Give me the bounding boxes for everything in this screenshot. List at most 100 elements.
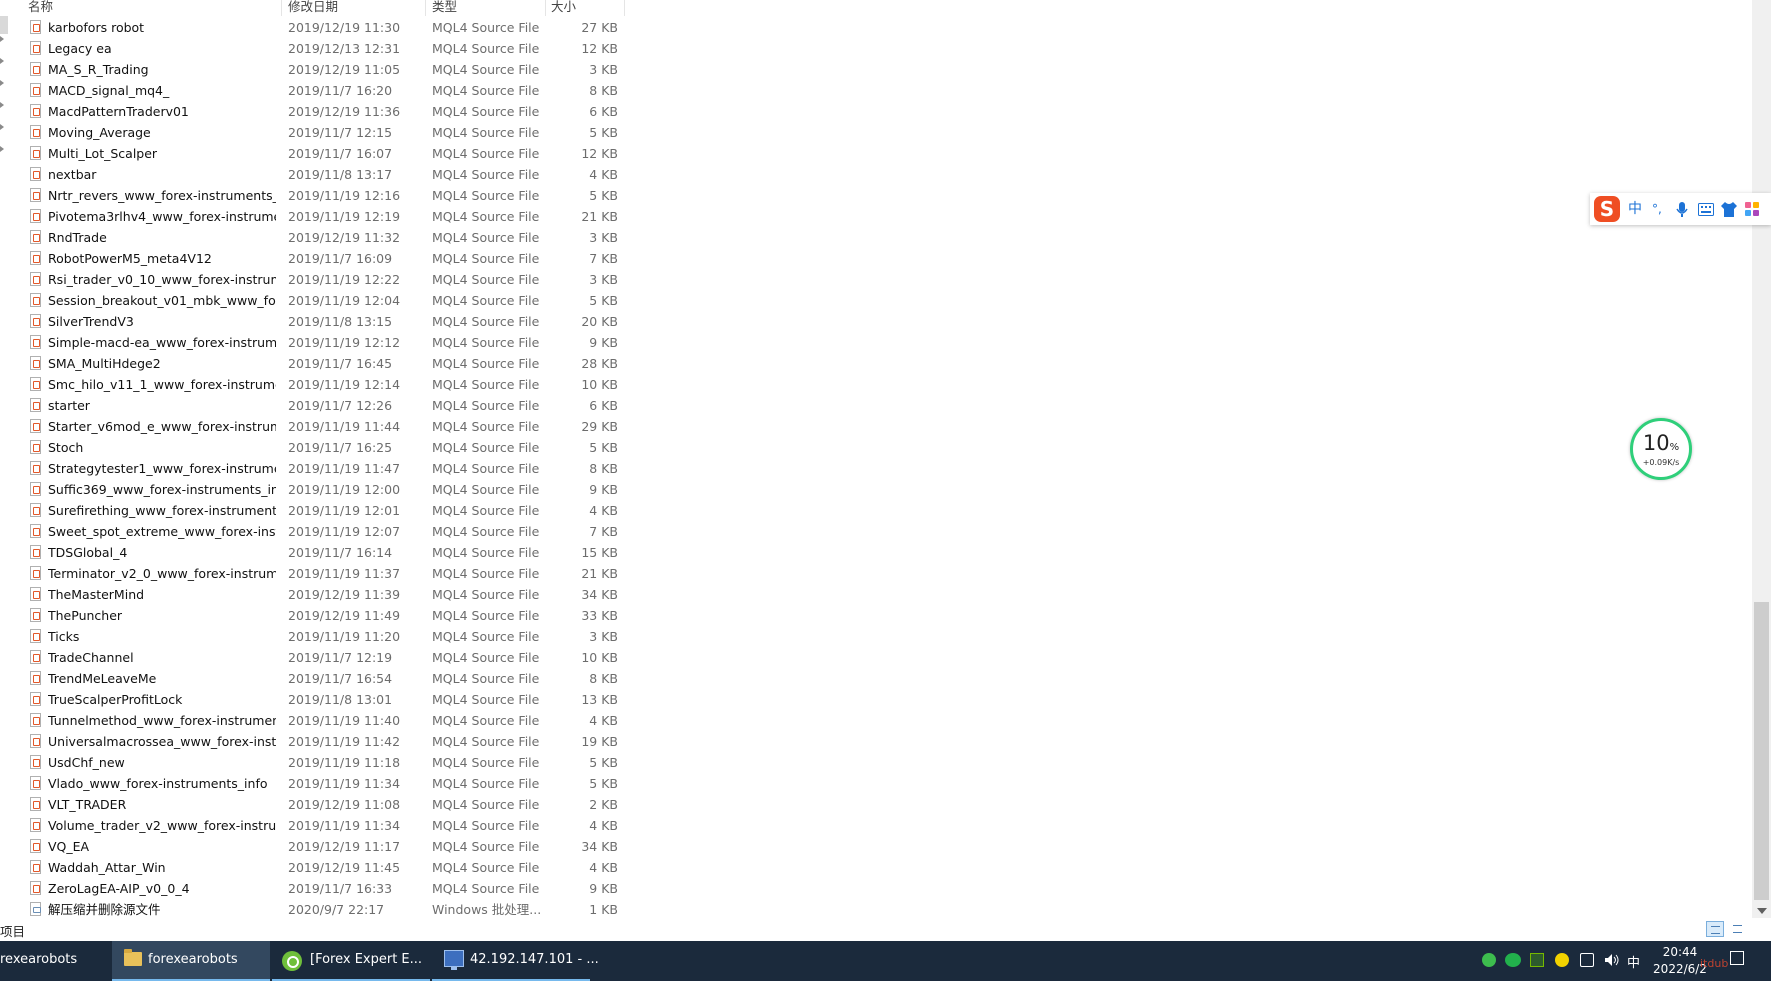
file-date: 2019/11/7 16:20 [288, 83, 393, 98]
file-size: 4 KB [589, 167, 618, 182]
file-name: Rsi_trader_v0_10_www_forex-instrume... [48, 272, 276, 287]
tray-app-icon[interactable] [1482, 953, 1496, 967]
file-row[interactable]: Nrtr_revers_www_forex-instruments_i... 20… [0, 185, 625, 206]
file-row[interactable]: RobotPowerM5_meta4V12 2019/11/7 16:09 MQL4… [0, 248, 625, 269]
file-row[interactable]: TDSGlobal_4 2019/11/7 16:14 MQL4 Source Fi… [0, 542, 625, 563]
mql4-file-icon [30, 41, 41, 55]
file-row[interactable]: TradeChannel 2019/11/7 12:19 MQL4 Source F… [0, 647, 625, 668]
nvidia-icon[interactable] [1530, 953, 1544, 967]
details-view-button[interactable] [1706, 921, 1724, 937]
file-date: 2019/11/19 11:47 [288, 461, 401, 476]
sogou-logo-icon[interactable]: S [1594, 196, 1620, 222]
file-row[interactable]: UsdChf_new 2019/11/19 11:18 MQL4 Source Fi… [0, 752, 625, 773]
file-row[interactable]: Stoch 2019/11/7 16:25 MQL4 Source File 5 KB [0, 437, 625, 458]
file-row[interactable]: VLT_TRADER 2019/12/19 11:08 MQL4 Source Fi… [0, 794, 625, 815]
file-row[interactable]: nextbar 2019/11/8 13:17 MQL4 Source File 4 … [0, 164, 625, 185]
mql4-file-icon [30, 503, 41, 517]
file-row[interactable]: Terminator_v2_0_www_forex-instrume... 201… [0, 563, 625, 584]
file-row[interactable]: Legacy ea 2019/12/13 12:31 MQL4 Source Fil… [0, 38, 625, 59]
file-name: Vlado_www_forex-instruments_info [48, 776, 268, 791]
network-speed-widget[interactable]: 10% +0.09K/s [1630, 418, 1692, 480]
taskbar-button-explorer-1[interactable]: rexearobots [0, 941, 110, 981]
column-divider [425, 0, 426, 16]
security-icon[interactable] [1555, 953, 1569, 967]
file-row[interactable]: TrueScalperProfitLock 2019/11/8 13:01 MQL4… [0, 689, 625, 710]
ime-punctuation-button[interactable]: °, [1652, 199, 1662, 219]
ime-mode-button[interactable]: 中 [1628, 199, 1642, 219]
file-row[interactable]: Vlado_www_forex-instruments_info 2019/11/… [0, 773, 625, 794]
file-row[interactable]: Rsi_trader_v0_10_www_forex-instrume... 20… [0, 269, 625, 290]
taskbar-button-browser[interactable]: [Forex Expert E... [272, 941, 430, 981]
file-date: 2019/12/19 11:49 [288, 608, 401, 623]
file-row[interactable]: SilverTrendV3 2019/11/8 13:15 MQL4 Source … [0, 311, 625, 332]
file-row[interactable]: MacdPatternTraderv01 2019/12/19 11:36 MQL4… [0, 101, 625, 122]
toolbox-grid-icon[interactable] [1745, 202, 1760, 217]
large-icons-view-button[interactable] [1729, 921, 1747, 937]
mql4-file-icon [30, 188, 41, 202]
taskbar-button-remote-desktop[interactable]: 42.192.147.101 - ... [432, 941, 599, 981]
skin-shirt-icon[interactable] [1721, 202, 1737, 217]
file-name: RobotPowerM5_meta4V12 [48, 251, 212, 266]
taskbar-button-explorer-2[interactable]: forexearobots [112, 941, 270, 981]
file-row[interactable]: MA_S_R_Trading 2019/12/19 11:05 MQL4 Sourc… [0, 59, 625, 80]
file-row[interactable]: VQ_EA 2019/12/19 11:17 MQL4 Source File 34 … [0, 836, 625, 857]
file-row[interactable]: ThePuncher 2019/12/19 11:49 MQL4 Source Fi… [0, 605, 625, 626]
file-row[interactable]: Multi_Lot_Scalper 2019/11/7 16:07 MQL4 Sou… [0, 143, 625, 164]
volume-icon[interactable] [1604, 953, 1620, 967]
file-row[interactable]: Starter_v6mod_e_www_forex-instrum... 2019… [0, 416, 625, 437]
keyboard-icon[interactable] [1698, 203, 1714, 216]
file-row[interactable]: Strategytester1_www_forex-instrumen... 20… [0, 458, 625, 479]
file-name: ZeroLagEA-AIP_v0_0_4 [48, 881, 190, 896]
file-size: 9 KB [589, 482, 618, 497]
notification-center-icon[interactable] [1730, 951, 1744, 965]
file-row[interactable]: ZeroLagEA-AIP_v0_0_4 2019/11/7 16:33 MQL4 … [0, 878, 625, 899]
file-row[interactable]: Moving_Average 2019/11/7 12:15 MQL4 Source… [0, 122, 625, 143]
file-row[interactable]: Surefirething_www_forex-instruments... 20… [0, 500, 625, 521]
vertical-scrollbar[interactable] [1752, 0, 1771, 918]
file-row[interactable]: Pivotema3rlhv4_www_forex-instrumen... 201… [0, 206, 625, 227]
file-size: 29 KB [581, 419, 618, 434]
file-row[interactable]: TheMasterMind 2019/12/19 11:39 MQL4 Source… [0, 584, 625, 605]
file-row[interactable]: Tunnelmethod_www_forex-instrument... 2019… [0, 710, 625, 731]
file-size: 12 KB [581, 146, 618, 161]
file-type: MQL4 Source File [432, 671, 540, 686]
file-row[interactable]: Universalmacrossea_www_forex-instr... 201… [0, 731, 625, 752]
file-type: MQL4 Source File [432, 335, 540, 350]
file-type: MQL4 Source File [432, 188, 540, 203]
microphone-icon[interactable] [1676, 202, 1688, 218]
file-name: Surefirething_www_forex-instruments... [48, 503, 276, 518]
column-header-type[interactable]: 类型 [432, 0, 457, 15]
file-type: MQL4 Source File [432, 713, 540, 728]
file-row[interactable]: starter 2019/11/7 12:26 MQL4 Source File 6 … [0, 395, 625, 416]
mql4-file-icon [30, 608, 41, 622]
file-row[interactable]: Waddah_Attar_Win 2019/12/19 11:45 MQL4 Sou… [0, 857, 625, 878]
file-row[interactable]: 解压缩并删除源文件 2020/9/7 22:17 Windows 批处理... 1 K… [0, 899, 625, 920]
file-row[interactable]: SMA_MultiHdege2 2019/11/7 16:45 MQL4 Sourc… [0, 353, 625, 374]
column-divider [545, 0, 546, 16]
column-header-name[interactable]: 名称 [28, 0, 53, 15]
scrollbar-thumb[interactable] [1754, 602, 1769, 900]
wechat-icon[interactable] [1505, 953, 1521, 967]
file-row[interactable]: Suffic369_www_forex-instruments_info 2019… [0, 479, 625, 500]
file-row[interactable]: Simple-macd-ea_www_forex-instrume... 2019… [0, 332, 625, 353]
mql4-file-icon [30, 209, 41, 223]
file-row[interactable]: RndTrade 2019/12/19 11:32 MQL4 Source File… [0, 227, 625, 248]
column-header-date[interactable]: 修改日期 [288, 0, 338, 15]
file-date: 2019/11/19 11:20 [288, 629, 401, 644]
scroll-down-arrow-icon[interactable] [1757, 908, 1767, 914]
file-row[interactable]: Volume_trader_v2_www_forex-instru... 2019… [0, 815, 625, 836]
file-row[interactable]: Ticks 2019/11/19 11:20 MQL4 Source File 3 K… [0, 626, 625, 647]
file-row[interactable]: Session_breakout_v01_mbk_www_for... 2019/… [0, 290, 625, 311]
file-date: 2019/11/7 12:26 [288, 398, 393, 413]
network-icon[interactable] [1580, 953, 1594, 967]
file-size: 4 KB [589, 818, 618, 833]
file-name: Ticks [48, 629, 80, 644]
file-row[interactable]: Smc_hilo_v11_1_www_forex-instrumen... 201… [0, 374, 625, 395]
file-row[interactable]: karbofors robot 2019/12/19 11:30 MQL4 Sour… [0, 17, 625, 38]
file-row[interactable]: TrendMeLeaveMe 2019/11/7 16:54 MQL4 Source… [0, 668, 625, 689]
file-size: 5 KB [589, 293, 618, 308]
file-size: 15 KB [581, 545, 618, 560]
file-row[interactable]: MACD_signal_mq4_ 2019/11/7 16:20 MQL4 Sour… [0, 80, 625, 101]
file-row[interactable]: Sweet_spot_extreme_www_forex-instr... 201… [0, 521, 625, 542]
column-header-size[interactable]: 大小 [551, 0, 576, 15]
